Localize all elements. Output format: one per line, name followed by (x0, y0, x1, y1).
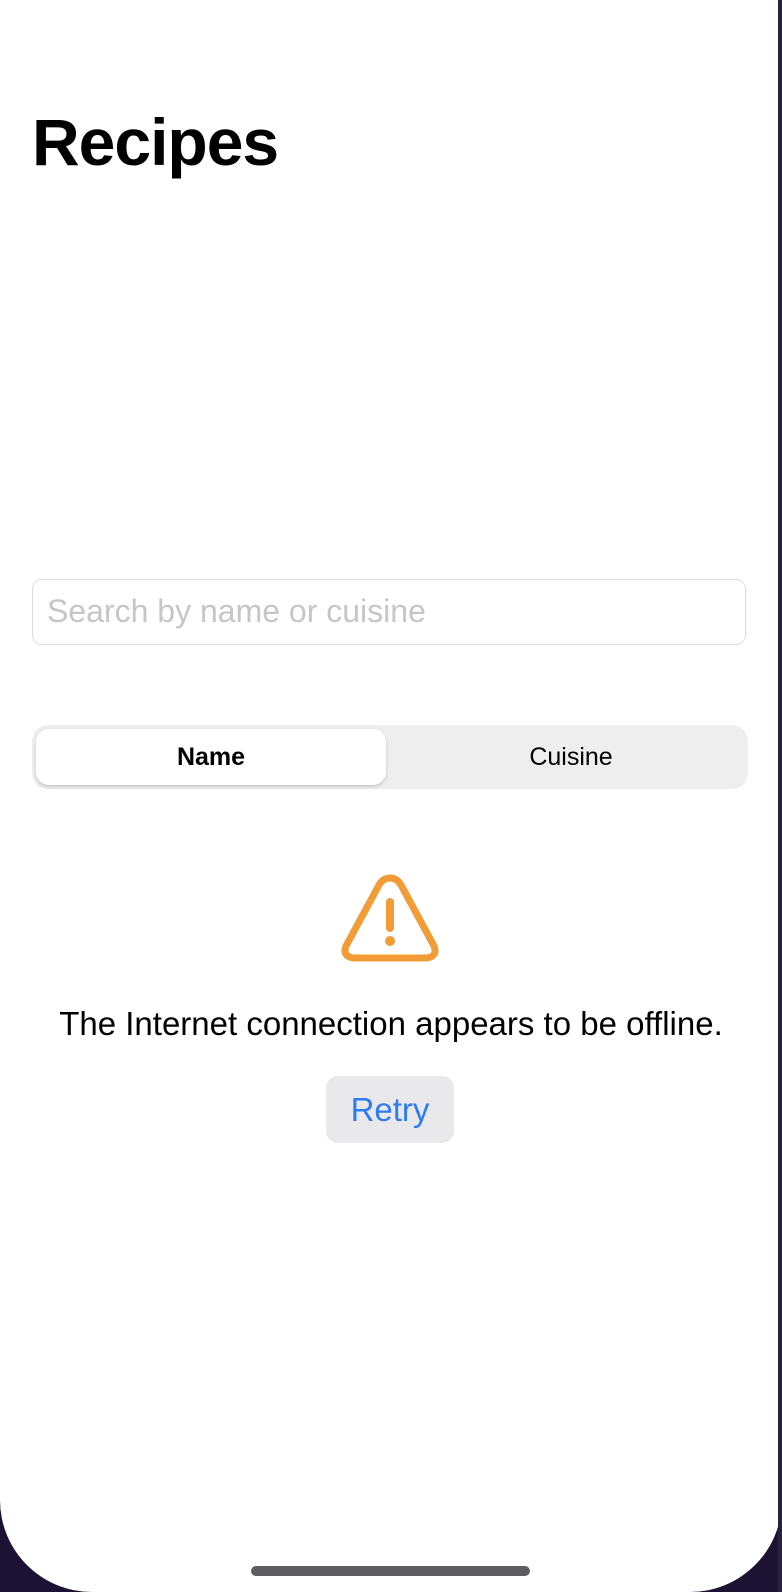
sort-segmented-control: Name Cuisine (32, 725, 748, 789)
home-indicator[interactable] (251, 1566, 530, 1576)
search-field[interactable] (32, 579, 746, 645)
page-title: Recipes (32, 105, 279, 179)
error-message: The Internet connection appears to be of… (59, 1005, 723, 1042)
search-input[interactable] (47, 580, 737, 642)
warning-triangle-icon (341, 874, 439, 962)
device-bezel (778, 0, 782, 1592)
retry-button[interactable]: Retry (326, 1076, 454, 1143)
app-screen: Recipes Name Cuisine The Internet connec… (0, 0, 782, 1592)
segment-cuisine[interactable]: Cuisine (396, 729, 746, 785)
segment-name[interactable]: Name (36, 729, 386, 785)
